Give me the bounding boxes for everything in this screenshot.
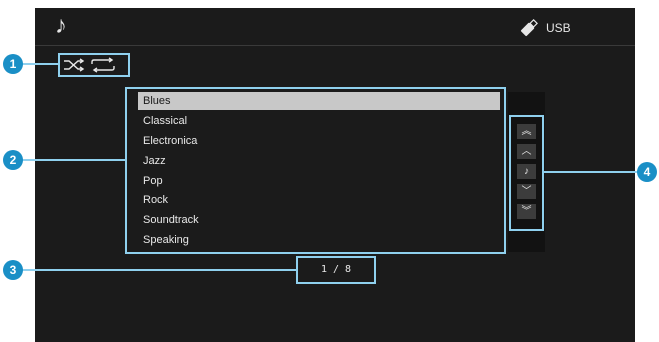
list-item[interactable]: Jazz [138,152,500,170]
usb-indicator: USB [518,18,571,38]
callout-3: 3 [3,260,23,280]
list-item[interactable]: Rock [138,191,500,209]
header-divider [35,45,635,46]
callout-4-leader [544,171,638,173]
callout-2: 2 [3,150,23,170]
callout-4: 4 [637,162,657,182]
genre-list: Blues Classical Electronica Jazz Pop Roc… [125,87,506,254]
usb-label: USB [546,21,571,35]
list-item[interactable]: Pop [138,172,500,190]
list-item[interactable]: Classical [138,112,500,130]
list-item[interactable]: Speaking [138,231,500,249]
callout-1: 1 [3,54,23,74]
list-item[interactable]: Soundtrack [138,211,500,229]
usb-stick-icon [520,19,538,37]
list-item[interactable]: Electronica [138,132,500,150]
music-note-icon: ♪ [55,12,67,39]
playback-mode-highlight [58,53,130,77]
callout-1-leader [22,63,58,65]
nav-highlight [509,115,544,231]
list-item[interactable]: Blues [138,92,500,110]
callout-3-leader [22,269,296,271]
page-indicator: 1 / 8 [296,256,376,284]
callout-2-leader [22,159,125,161]
